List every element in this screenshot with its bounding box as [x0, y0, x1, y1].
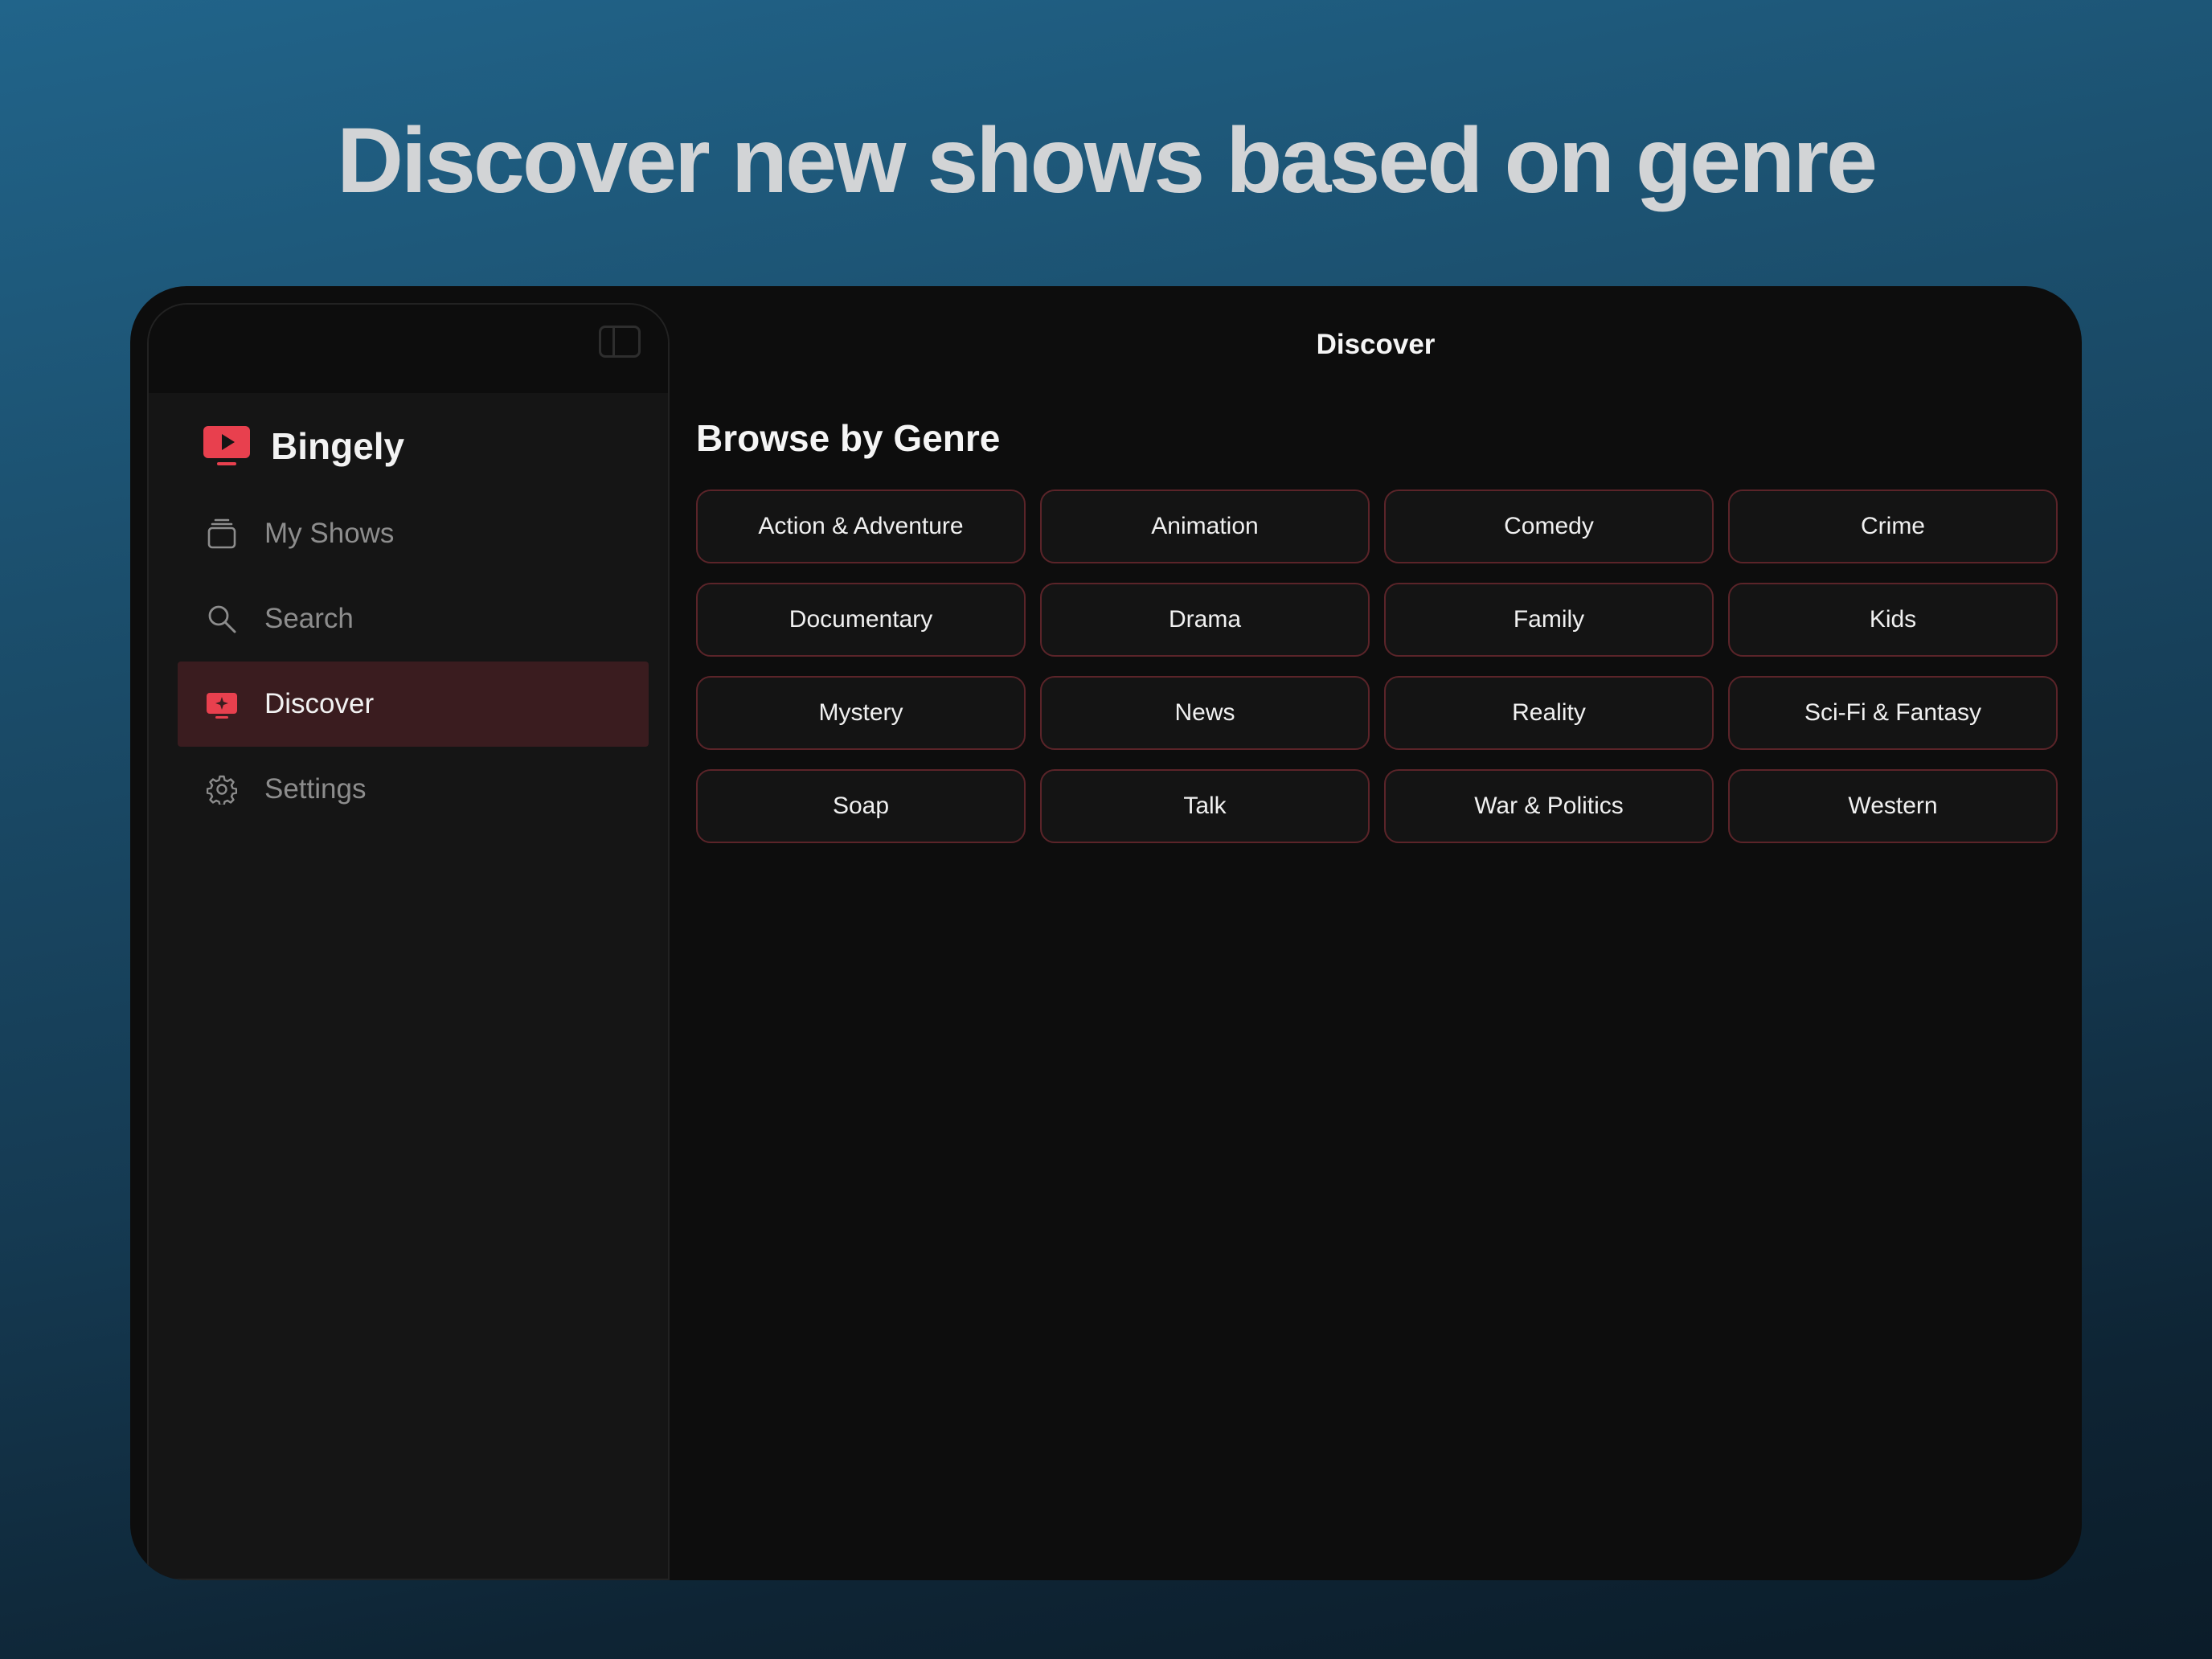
genre-button-crime[interactable]: Crime [1728, 490, 2058, 563]
gear-icon [207, 775, 237, 805]
genre-button-war-politics[interactable]: War & Politics [1384, 769, 1714, 843]
genre-button-reality[interactable]: Reality [1384, 676, 1714, 750]
sidebar-item-settings[interactable]: Settings [178, 747, 649, 832]
sidebar-item-label: Search [264, 603, 354, 634]
page-title: Discover [1316, 329, 1436, 360]
sidebar-header [149, 305, 668, 393]
genre-button-documentary[interactable]: Documentary [696, 583, 1026, 657]
genre-button-animation[interactable]: Animation [1040, 490, 1370, 563]
brand: Bingely [203, 406, 404, 486]
genre-button-sci-fi-fantasy[interactable]: Sci-Fi & Fantasy [1728, 676, 2058, 750]
genre-button-drama[interactable]: Drama [1040, 583, 1370, 657]
tablet-frame: Bingely My Shows Search Discover Setting… [130, 286, 2082, 1580]
stack-icon [207, 518, 236, 549]
search-icon [208, 605, 236, 633]
genre-button-family[interactable]: Family [1384, 583, 1714, 657]
sidebar-toggle-icon[interactable] [599, 326, 641, 358]
genre-button-kids[interactable]: Kids [1728, 583, 2058, 657]
sidebar-item-my-shows[interactable]: My Shows [178, 491, 649, 576]
sidebar-item-discover[interactable]: Discover [178, 662, 649, 747]
sidebar-item-label: Discover [264, 688, 375, 719]
headline: Discover new shows based on genre [336, 109, 1878, 212]
sidebar-nav: My Shows Search Discover Settings [178, 491, 649, 832]
sidebar-item-search[interactable]: Search [178, 576, 649, 662]
sidebar-item-label: Settings [264, 773, 367, 805]
genre-button-talk[interactable]: Talk [1040, 769, 1370, 843]
genre-button-soap[interactable]: Soap [696, 769, 1026, 843]
sidebar: Bingely My Shows Search Discover Setting… [147, 303, 670, 1580]
genre-grid: Action & Adventure Animation Comedy Crim… [696, 490, 2058, 843]
genre-button-comedy[interactable]: Comedy [1384, 490, 1714, 563]
genre-button-news[interactable]: News [1040, 676, 1370, 750]
app-name: Bingely [271, 425, 405, 467]
genre-button-action-adventure[interactable]: Action & Adventure [696, 490, 1026, 563]
sidebar-item-label: My Shows [264, 518, 395, 549]
tv-play-icon [203, 426, 250, 465]
genre-button-mystery[interactable]: Mystery [696, 676, 1026, 750]
tv-sparkle-icon [207, 693, 237, 719]
section-title: Browse by Genre [696, 417, 1001, 459]
genre-button-western[interactable]: Western [1728, 769, 2058, 843]
